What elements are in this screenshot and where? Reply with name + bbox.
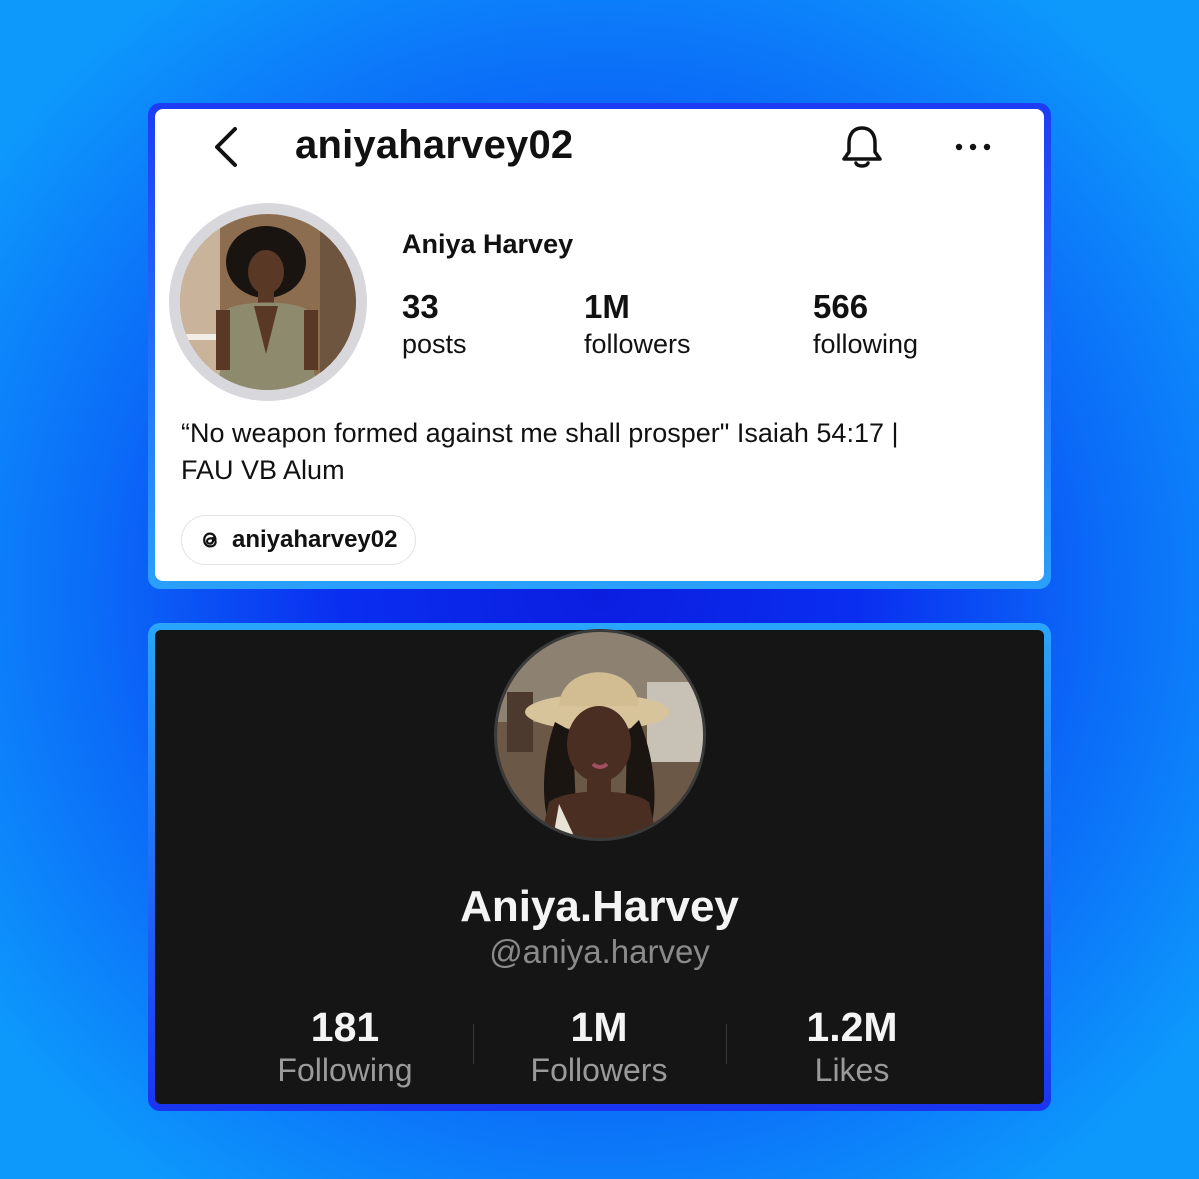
stat-value: 181 [310, 1004, 380, 1050]
profile-display-name: Aniya.Harvey [460, 882, 739, 931]
instagram-profile-card: aniyaharvey02 Aniya Harvey 33 posts 1M f… [155, 109, 1044, 581]
profile-avatar[interactable] [180, 214, 356, 390]
tiktok-profile-card: Aniya.Harvey @aniya.harvey 181 Following… [155, 629, 1044, 1104]
stat-divider [473, 1024, 474, 1064]
profile-avatar[interactable] [497, 632, 703, 838]
stat-likes[interactable]: 1.2M Likes [732, 1004, 972, 1090]
stat-followers[interactable]: 1M Followers [479, 1004, 719, 1090]
chevron-left-icon[interactable] [209, 125, 243, 169]
stat-value: 33 [402, 288, 439, 325]
stat-divider [726, 1024, 727, 1064]
profile-handle: @aniya.harvey [489, 933, 710, 970]
stat-posts[interactable]: 33 posts [402, 287, 467, 361]
stat-value: 1M [570, 1004, 628, 1050]
stat-value: 1M [584, 288, 630, 325]
stat-label: followers [584, 329, 691, 359]
bell-icon[interactable] [838, 123, 886, 171]
stat-label: posts [402, 329, 467, 359]
stat-label: following [813, 329, 919, 359]
stat-following[interactable]: 181 Following [225, 1004, 465, 1090]
stat-label: Followers [530, 1052, 668, 1088]
threads-link-button[interactable]: aniyaharvey02 [181, 515, 417, 565]
more-horizontal-icon[interactable] [953, 131, 993, 163]
bio-line: FAU VB Alum [181, 455, 345, 485]
threads-icon [203, 532, 217, 548]
profile-bio: “No weapon formed against me shall prosp… [181, 415, 1021, 489]
stat-label: Likes [814, 1052, 890, 1088]
avatar-photo [180, 214, 356, 390]
avatar-photo [497, 632, 703, 838]
stat-value: 566 [813, 288, 869, 325]
stat-value: 1.2M [806, 1004, 898, 1050]
stat-following[interactable]: 566 following [813, 287, 918, 361]
stat-followers[interactable]: 1M followers [584, 287, 691, 361]
bio-line: “No weapon formed against me shall prosp… [181, 418, 899, 448]
stat-label: Following [277, 1052, 413, 1088]
profile-username: aniyaharvey02 [295, 123, 574, 167]
profile-display-name: Aniya Harvey [402, 229, 574, 259]
threads-handle: aniyaharvey02 [232, 526, 398, 553]
